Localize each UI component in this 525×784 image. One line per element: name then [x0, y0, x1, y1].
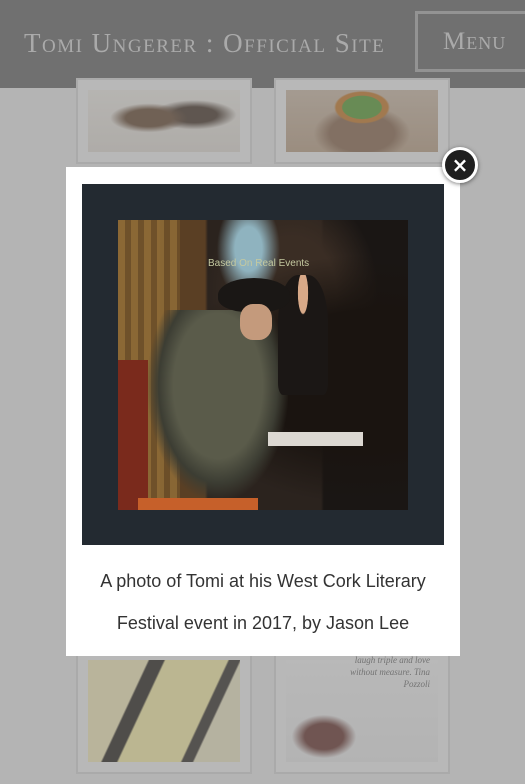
- lightbox-caption: A photo of Tomi at his West Cork Literar…: [100, 571, 426, 633]
- photo-man: [148, 310, 288, 500]
- lightbox-modal: Based On Real Events A photo of Tomi at …: [66, 167, 460, 656]
- close-icon: ×: [451, 153, 469, 177]
- lightbox-photo: Based On Real Events: [118, 220, 408, 510]
- close-button[interactable]: ×: [442, 147, 478, 183]
- photo-sign-text: Based On Real Events: [208, 258, 310, 269]
- photo-chair: [118, 360, 148, 510]
- photo-table: [268, 432, 363, 446]
- photo-frame: Based On Real Events: [82, 184, 444, 545]
- photo-face: [240, 304, 272, 340]
- photo-seat: [138, 498, 258, 510]
